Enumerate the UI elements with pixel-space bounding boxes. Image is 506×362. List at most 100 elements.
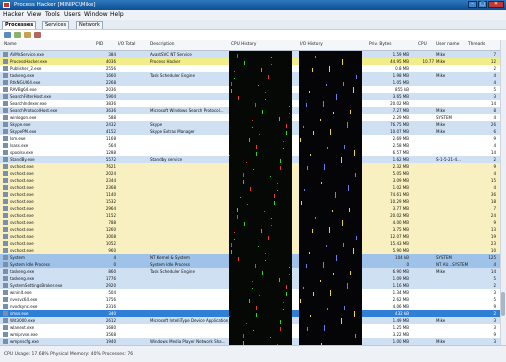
cell-name: svchost.exe — [10, 241, 34, 246]
scrollbar-thumb[interactable] — [501, 292, 505, 316]
process-icon — [3, 255, 8, 260]
cell-priv: 0 — [406, 262, 409, 267]
column-cpu-history[interactable]: CPU History — [231, 40, 291, 50]
cpu-spike — [258, 246, 259, 247]
menu-hacker[interactable]: Hacker — [3, 10, 24, 20]
column-pid[interactable]: PID — [96, 40, 116, 50]
cell-threads: 2 — [493, 283, 496, 288]
column-description[interactable]: Description — [150, 40, 225, 50]
cell-name: svchost.exe — [10, 192, 34, 197]
cpu-spike — [270, 337, 271, 338]
cell-pid: 3636 — [105, 108, 116, 113]
column-cpu[interactable]: CPU — [418, 40, 432, 50]
cell-user: SYSTEM — [436, 115, 452, 120]
cpu-spike — [244, 61, 245, 65]
cpu-spike — [274, 201, 275, 205]
cell-threads: 14 — [490, 269, 496, 274]
cell-desc: Skype Extras Manager — [150, 129, 195, 134]
process-hacker-window: Process Hacker [MINIPC\Mike] – □ ✕ Hacke… — [0, 0, 506, 362]
process-icon — [3, 94, 8, 99]
cell-pid: 860 — [108, 269, 116, 274]
close-button[interactable]: ✕ — [488, 1, 504, 8]
cell-threads: 5 — [493, 297, 496, 302]
process-icon — [3, 87, 8, 92]
column-name[interactable]: Name — [4, 40, 64, 50]
cpu-spike — [286, 292, 287, 296]
process-icon — [3, 311, 8, 316]
cpu-spike — [252, 288, 253, 289]
refresh-icon[interactable] — [4, 32, 11, 38]
system-info-icon[interactable] — [34, 32, 41, 38]
io-spike — [336, 94, 337, 100]
cpu-spike — [259, 134, 260, 135]
cpu-spike — [286, 131, 287, 135]
cpu-spike — [289, 113, 290, 114]
cell-user: Mike — [436, 318, 446, 323]
maximize-button[interactable]: □ — [478, 1, 487, 8]
io-spike — [324, 325, 325, 331]
io-spike — [348, 185, 349, 191]
cell-priv: 2.32 MB — [392, 164, 409, 169]
cpu-spike — [261, 68, 262, 72]
column-io-history[interactable]: I/O History — [300, 40, 360, 50]
cell-name: Skype.exe — [10, 122, 31, 127]
cell-pid: 2556 — [105, 66, 116, 71]
cell-priv: 1.05 MB — [392, 80, 409, 85]
io-spike — [306, 264, 307, 268]
menu-view[interactable]: View — [27, 10, 41, 20]
cell-user: NT AU...SYSTEM — [436, 262, 468, 267]
cell-user: Mike — [436, 73, 446, 78]
cpu-spike — [289, 267, 290, 268]
cell-user: Mike — [436, 269, 446, 274]
tab-network[interactable]: Network — [76, 21, 103, 29]
cell-threads: 36 — [490, 192, 496, 197]
cell-pid: 4152 — [105, 129, 116, 134]
cell-threads: 4 — [493, 115, 496, 120]
cell-pid: 588 — [108, 115, 116, 120]
cpu-spike — [280, 327, 281, 331]
process-icon — [3, 129, 8, 134]
cell-priv: 20.02 MB — [390, 101, 409, 106]
process-icon — [3, 234, 8, 239]
io-spike — [343, 82, 344, 86]
column-user-name[interactable]: User name — [436, 40, 466, 50]
menu-help[interactable]: Help — [110, 10, 124, 20]
tab-services[interactable]: Services — [42, 21, 70, 29]
cell-desc: Microsoft IntelliType Device Application — [150, 318, 228, 323]
minimize-button[interactable]: – — [468, 1, 477, 8]
cell-pid: 564 — [108, 143, 116, 148]
cell-threads: 24 — [490, 213, 496, 218]
cell-name: wmiprvse.exe — [10, 332, 38, 337]
column-private-bytes[interactable]: Priv. Bytes — [369, 40, 409, 50]
status-text: CPU Usage: 17.68% Physical Memory: 40% P… — [4, 352, 134, 357]
cell-threads: 2 — [493, 157, 496, 162]
tab-processes[interactable]: Processes — [2, 21, 37, 29]
options-icon[interactable] — [14, 32, 21, 38]
cpu-spike — [283, 309, 284, 310]
cell-pid: 1680 — [105, 325, 116, 330]
cell-threads: 3 — [493, 339, 496, 344]
cpu-spike — [249, 138, 250, 142]
cell-priv: 20.02 MB — [390, 213, 409, 218]
title-bar[interactable]: Process Hacker [MINIPC\Mike] – □ ✕ — [0, 0, 506, 10]
cpu-spike — [277, 190, 278, 191]
cell-pid: 2036 — [105, 87, 116, 92]
cell-pid: 1756 — [105, 297, 116, 302]
column-threads[interactable]: Threads — [468, 40, 498, 50]
cell-priv: 1.25 MB — [392, 325, 409, 330]
cpu-spike — [231, 250, 232, 254]
cell-pid: 3568 — [105, 332, 116, 337]
io-spike — [323, 262, 324, 268]
process-icon — [3, 318, 8, 323]
cell-threads: 7 — [493, 52, 496, 57]
menu-tools[interactable]: Tools — [45, 10, 60, 20]
cpu-spike — [229, 316, 230, 317]
menu-window[interactable]: Window — [84, 10, 108, 20]
cell-priv: 2.62 MB — [392, 297, 409, 302]
cell-name: svchost.exe — [10, 171, 34, 176]
cell-pid: 1168 — [105, 136, 116, 141]
column-io-total[interactable]: I/O Total — [118, 40, 148, 50]
cell-pid: 4 — [113, 255, 116, 260]
menu-users[interactable]: Users — [64, 10, 81, 20]
find-handles-icon[interactable] — [24, 32, 31, 38]
